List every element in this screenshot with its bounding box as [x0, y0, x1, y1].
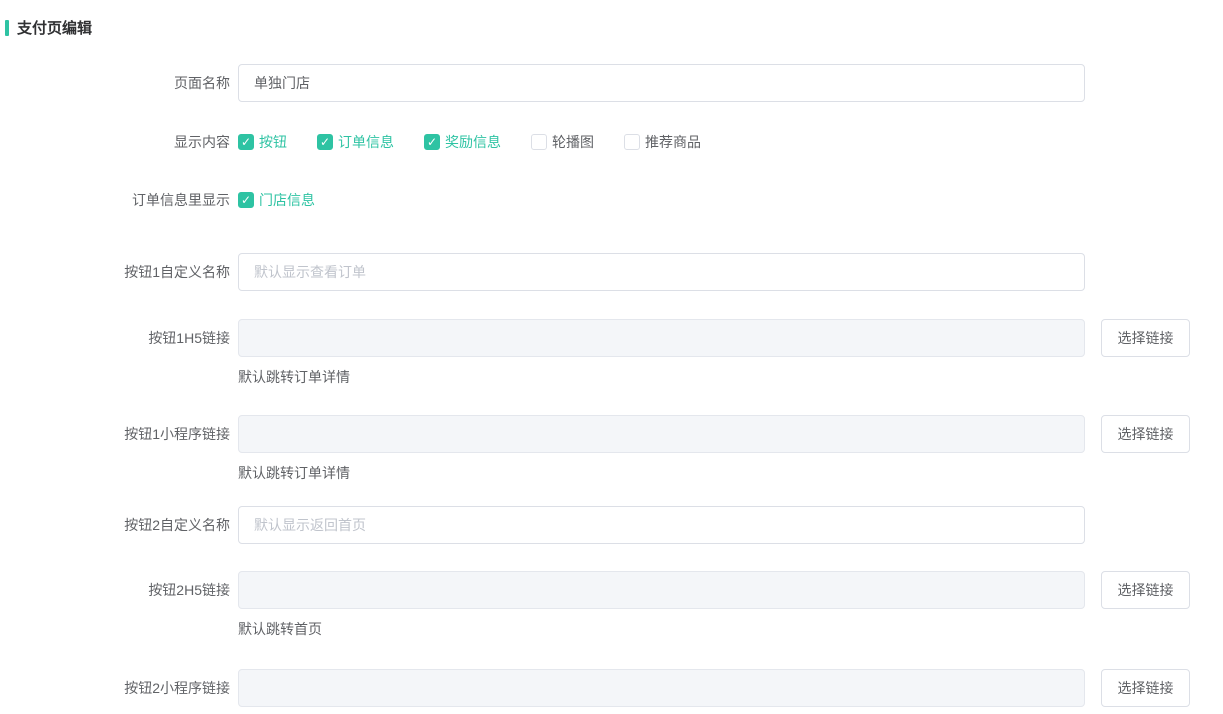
checkbox-button[interactable]: 按钮 — [238, 132, 287, 152]
page-title: 支付页编辑 — [17, 17, 92, 38]
btn1-mini-hint: 默认跳转订单详情 — [238, 466, 1190, 480]
checkbox-icon — [531, 134, 547, 150]
display-content-label: 显示内容 — [0, 132, 230, 152]
btn1-mini-select-link-button[interactable]: 选择链接 — [1101, 415, 1190, 453]
form-row-btn1-h5: 按钮1H5链接 选择链接 默认跳转订单详情 — [0, 319, 1223, 384]
btn2-name-input[interactable] — [238, 506, 1085, 544]
form-row-btn2-name: 按钮2自定义名称 — [0, 506, 1223, 544]
btn1-mini-input — [238, 415, 1085, 453]
form-row-page-name: 页面名称 — [0, 64, 1223, 102]
btn1-h5-select-link-button[interactable]: 选择链接 — [1101, 319, 1190, 357]
checkbox-icon — [238, 134, 254, 150]
btn2-h5-select-link-button[interactable]: 选择链接 — [1101, 571, 1190, 609]
page-name-label: 页面名称 — [0, 64, 230, 102]
page-name-input[interactable] — [238, 64, 1085, 102]
btn2-mini-label: 按钮2小程序链接 — [0, 669, 230, 707]
checkbox-icon — [317, 134, 333, 150]
accent-bar-icon — [5, 20, 9, 36]
form-row-btn1-mini: 按钮1小程序链接 选择链接 默认跳转订单详情 — [0, 415, 1223, 480]
checkbox-icon — [424, 134, 440, 150]
checkbox-icon — [624, 134, 640, 150]
btn1-name-label: 按钮1自定义名称 — [0, 253, 230, 291]
btn2-h5-input — [238, 571, 1085, 609]
checkbox-carousel[interactable]: 轮播图 — [531, 132, 594, 152]
btn1-name-input[interactable] — [238, 253, 1085, 291]
btn2-h5-label: 按钮2H5链接 — [0, 571, 230, 609]
section-header: 支付页编辑 — [0, 0, 1223, 38]
form-row-display-content: 显示内容 按钮 订单信息 奖励信息 轮播图 推荐商品 — [0, 132, 1223, 152]
checkbox-reward-info[interactable]: 奖励信息 — [424, 132, 501, 152]
btn2-name-label: 按钮2自定义名称 — [0, 506, 230, 544]
btn2-mini-select-link-button[interactable]: 选择链接 — [1101, 669, 1190, 707]
btn1-h5-label: 按钮1H5链接 — [0, 319, 230, 357]
form-row-btn1-name: 按钮1自定义名称 — [0, 253, 1223, 291]
order-info-display-label: 订单信息里显示 — [0, 190, 230, 210]
form-row-btn2-mini: 按钮2小程序链接 选择链接 — [0, 669, 1223, 707]
btn2-h5-hint: 默认跳转首页 — [238, 622, 1190, 636]
checkbox-order-info[interactable]: 订单信息 — [317, 132, 394, 152]
btn1-h5-input — [238, 319, 1085, 357]
btn1-mini-label: 按钮1小程序链接 — [0, 415, 230, 453]
checkbox-icon — [238, 192, 254, 208]
btn1-h5-hint: 默认跳转订单详情 — [238, 370, 1190, 384]
checkbox-recommended-products[interactable]: 推荐商品 — [624, 132, 701, 152]
btn2-mini-input — [238, 669, 1085, 707]
checkbox-store-info[interactable]: 门店信息 — [238, 190, 315, 210]
form-row-btn2-h5: 按钮2H5链接 选择链接 默认跳转首页 — [0, 571, 1223, 636]
form-row-order-info-display: 订单信息里显示 门店信息 — [0, 190, 1223, 210]
